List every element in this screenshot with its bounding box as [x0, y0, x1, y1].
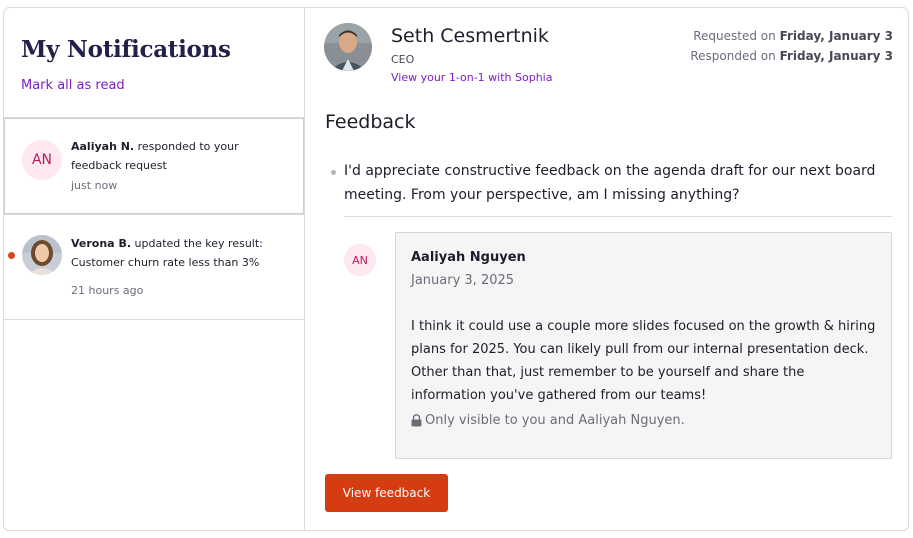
- response-body: I think it could use a couple more slide…: [411, 319, 876, 403]
- feedback-question: I'd appreciate constructive feedback on …: [344, 163, 876, 203]
- requested-date: Friday, January 3: [779, 29, 893, 43]
- requested-label: Requested on: [693, 29, 780, 43]
- sender-name: Seth Cesmertnik: [391, 25, 549, 47]
- feedback-response-card: Aaliyah Nguyen January 3, 2025 I think i…: [395, 232, 892, 459]
- response-date: January 3, 2025: [411, 273, 515, 288]
- notification-time: 21 hours ago: [71, 284, 144, 297]
- responded-label: Responded on: [690, 49, 780, 63]
- person-photo-icon: [22, 235, 62, 275]
- bullet-icon: [331, 170, 336, 175]
- avatar: [22, 235, 62, 275]
- unread-indicator: [8, 252, 15, 259]
- requested-on: Requested on Friday, January 3: [690, 26, 893, 46]
- feedback-detail: Seth Cesmertnik CEO View your 1-on-1 wit…: [306, 8, 909, 530]
- notification-item[interactable]: Verona B. updated the key result: Custom…: [4, 214, 304, 320]
- notifications-panel: My Notifications Mark all as read AN Aal…: [4, 8, 305, 530]
- response-author: Aaliyah Nguyen: [411, 250, 526, 265]
- notification-text: Verona B. updated the key result: Custom…: [71, 234, 286, 272]
- notification-item[interactable]: AN Aaliyah N. responded to your feedback…: [4, 117, 304, 214]
- sender-role: CEO: [391, 53, 415, 66]
- notification-actor: Verona B.: [71, 237, 132, 250]
- page-title: My Notifications: [21, 36, 231, 63]
- list-divider: [4, 319, 304, 320]
- privacy-text: Only visible to you and Aaliyah Nguyen.: [425, 413, 685, 428]
- lock-icon: [411, 414, 422, 427]
- app-window: My Notifications Mark all as read AN Aal…: [3, 7, 909, 531]
- mark-all-read-link[interactable]: Mark all as read: [21, 78, 125, 93]
- notification-time: just now: [71, 179, 118, 192]
- request-dates: Requested on Friday, January 3 Responded…: [690, 26, 893, 66]
- notification-actor: Aaliyah N.: [71, 140, 135, 153]
- divider: [344, 216, 892, 217]
- avatar: AN: [344, 244, 376, 276]
- notification-text: Aaliyah N. responded to your feedback re…: [71, 137, 286, 175]
- avatar: [324, 23, 372, 71]
- view-feedback-button[interactable]: View feedback: [325, 474, 448, 512]
- section-title: Feedback: [325, 111, 416, 133]
- avatar: AN: [22, 140, 62, 180]
- one-on-one-link[interactable]: View your 1-on-1 with Sophia: [391, 71, 552, 84]
- responded-on: Responded on Friday, January 3: [690, 46, 893, 66]
- privacy-note: Only visible to you and Aaliyah Nguyen.: [411, 413, 685, 428]
- responded-date: Friday, January 3: [779, 49, 893, 63]
- person-photo-icon: [324, 23, 372, 71]
